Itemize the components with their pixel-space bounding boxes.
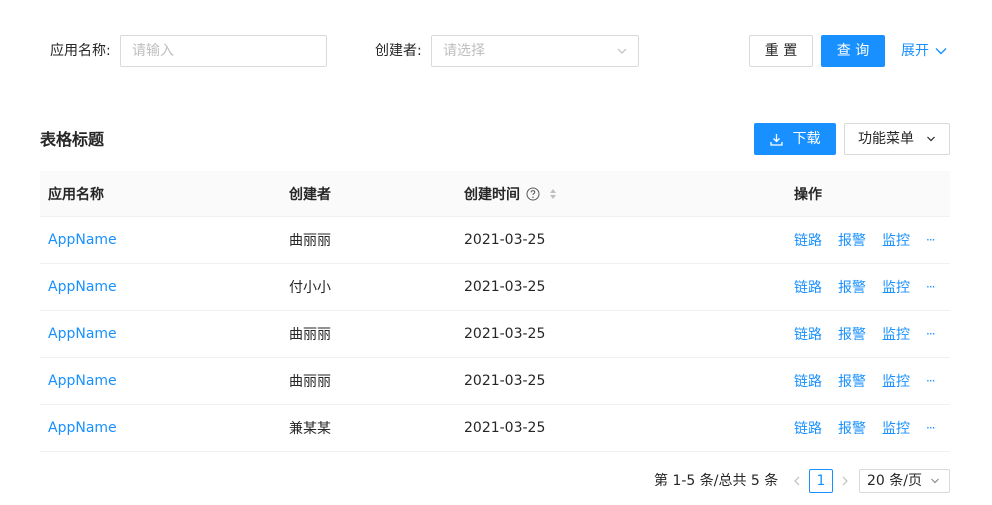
table-header-row: 应用名称 创建者 创建时间 操作	[40, 171, 950, 217]
monitor-link[interactable]: 监控	[882, 277, 910, 297]
sort-icon[interactable]	[548, 187, 558, 201]
app-name-label: 应用名称:	[50, 43, 111, 59]
alert-link[interactable]: 报警	[838, 277, 866, 297]
table-body: AppName 曲丽丽 2021-03-25 链路 报警 监控 ··· AppName 付小小 2…	[40, 217, 950, 452]
app-name-input[interactable]: 请输入	[120, 35, 327, 67]
actions-cell: 链路 报警 监控 ···	[794, 311, 936, 357]
chevron-down-icon	[935, 48, 947, 55]
created-time-cell: 2021-03-25	[464, 232, 546, 248]
download-button[interactable]: 下载	[754, 123, 836, 155]
actions-cell: 链路 报警 监控 ···	[794, 217, 936, 263]
function-menu-label: 功能菜单	[858, 131, 914, 147]
page-size-select[interactable]: 20 条/页	[859, 469, 950, 493]
monitor-link[interactable]: 监控	[882, 230, 910, 250]
creator-select-placeholder: 请选择	[443, 43, 485, 59]
alert-link[interactable]: 报警	[838, 324, 866, 344]
chevron-down-icon	[927, 136, 935, 142]
page-number-current[interactable]: 1	[809, 469, 833, 493]
column-header-actions: 操作	[794, 186, 822, 203]
question-circle-icon[interactable]	[526, 187, 540, 201]
app-name-link[interactable]: AppName	[48, 264, 117, 310]
actions-cell: 链路 报警 监控 ···	[794, 358, 936, 404]
actions-cell: 链路 报警 监控 ···	[794, 405, 936, 451]
column-header-created-time[interactable]: 创建时间	[464, 171, 558, 216]
creator-cell: 曲丽丽	[289, 327, 331, 343]
prev-page-icon[interactable]	[792, 475, 802, 487]
table-row: AppName 曲丽丽 2021-03-25 链路 报警 监控 ···	[40, 311, 950, 358]
table-row: AppName 曲丽丽 2021-03-25 链路 报警 监控 ···	[40, 358, 950, 405]
table-row: AppName 付小小 2021-03-25 链路 报警 监控 ···	[40, 264, 950, 311]
creator-cell: 曲丽丽	[289, 233, 331, 249]
reset-button[interactable]: 重 置	[749, 35, 813, 67]
app-name-link[interactable]: AppName	[48, 405, 117, 451]
next-page-icon[interactable]	[840, 475, 850, 487]
column-header-creator: 创建者	[289, 186, 331, 203]
chevron-down-icon	[617, 48, 627, 54]
app-name-link[interactable]: AppName	[48, 217, 117, 263]
download-icon	[769, 133, 783, 146]
trace-link[interactable]: 链路	[794, 418, 822, 438]
chevron-down-icon	[931, 478, 939, 484]
more-actions-button[interactable]: ···	[926, 374, 936, 388]
creator-cell: 兼某某	[289, 421, 331, 437]
trace-link[interactable]: 链路	[794, 371, 822, 391]
created-time-cell: 2021-03-25	[464, 373, 546, 389]
app-name-link[interactable]: AppName	[48, 311, 117, 357]
expand-label: 展开	[901, 43, 929, 59]
created-time-cell: 2021-03-25	[464, 326, 546, 342]
pagination-info: 第 1-5 条/总共 5 条	[654, 473, 779, 489]
table-title: 表格标题	[40, 130, 105, 149]
query-button[interactable]: 查 询	[821, 35, 885, 67]
more-actions-button[interactable]: ···	[926, 233, 936, 247]
more-actions-button[interactable]: ···	[926, 421, 936, 435]
alert-link[interactable]: 报警	[838, 371, 866, 391]
function-menu-button[interactable]: 功能菜单	[844, 123, 950, 155]
app-name-link[interactable]: AppName	[48, 358, 117, 404]
created-time-cell: 2021-03-25	[464, 279, 546, 295]
trace-link[interactable]: 链路	[794, 277, 822, 297]
table-row: AppName 曲丽丽 2021-03-25 链路 报警 监控 ···	[40, 217, 950, 264]
monitor-link[interactable]: 监控	[882, 324, 910, 344]
monitor-link[interactable]: 监控	[882, 418, 910, 438]
trace-link[interactable]: 链路	[794, 230, 822, 250]
created-time-label: 创建时间	[464, 186, 520, 203]
column-header-app-name: 应用名称	[48, 186, 104, 203]
monitor-link[interactable]: 监控	[882, 371, 910, 391]
data-table: 应用名称 创建者 创建时间 操作 AppName 曲丽丽 2021-03-25 链路报…	[40, 171, 950, 452]
more-actions-button[interactable]: ···	[926, 280, 936, 294]
download-label: 下载	[792, 131, 821, 147]
alert-link[interactable]: 报警	[838, 230, 866, 250]
trace-link[interactable]: 链路	[794, 324, 822, 344]
creator-label: 创建者:	[375, 43, 422, 59]
actions-cell: 链路 报警 监控 ···	[794, 264, 936, 310]
table-row: AppName 兼某某 2021-03-25 链路 报警 监控 ···	[40, 405, 950, 452]
created-time-cell: 2021-03-25	[464, 420, 546, 436]
alert-link[interactable]: 报警	[838, 418, 866, 438]
creator-cell: 曲丽丽	[289, 374, 331, 390]
more-actions-button[interactable]: ···	[926, 327, 936, 341]
page-size-label: 20 条/页	[867, 473, 922, 489]
creator-cell: 付小小	[289, 280, 331, 296]
expand-toggle[interactable]: 展开	[901, 41, 947, 61]
creator-select[interactable]: 请选择	[431, 35, 639, 67]
